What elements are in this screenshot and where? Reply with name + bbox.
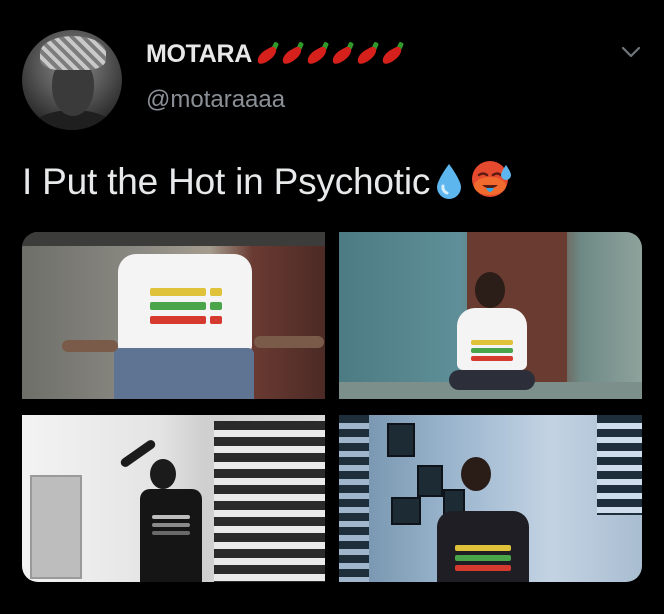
- user-handle[interactable]: @motaraaaa: [146, 86, 285, 114]
- avatar[interactable]: [22, 30, 122, 130]
- chili-pepper-icon: [254, 40, 282, 66]
- display-name[interactable]: MOTARA: [146, 40, 407, 73]
- name-emojis: [254, 40, 407, 73]
- chili-pepper-icon: [379, 40, 407, 66]
- tweet-photo-4[interactable]: [339, 415, 642, 582]
- media-grid: [22, 232, 642, 582]
- tweet-text-content: I Put the Hot in Psychotic: [22, 161, 431, 202]
- chili-pepper-icon: [279, 40, 307, 66]
- tweet-photo-1[interactable]: [22, 232, 325, 399]
- chili-pepper-icon: [329, 40, 357, 66]
- tweet-photo-2[interactable]: [339, 232, 642, 399]
- chili-pepper-icon: [304, 40, 332, 66]
- chili-pepper-icon: [354, 40, 382, 66]
- tweet-photo-3[interactable]: [22, 415, 325, 582]
- tweet: MOTARA @motaraaaa I Put the Hot in Psych…: [0, 0, 664, 614]
- display-name-text: MOTARA: [146, 40, 253, 68]
- tweet-text: I Put the Hot in Psychotic: [22, 156, 512, 203]
- droplet-icon: [437, 164, 462, 199]
- chevron-down-icon[interactable]: [620, 44, 642, 60]
- hot-face-icon: [472, 161, 512, 197]
